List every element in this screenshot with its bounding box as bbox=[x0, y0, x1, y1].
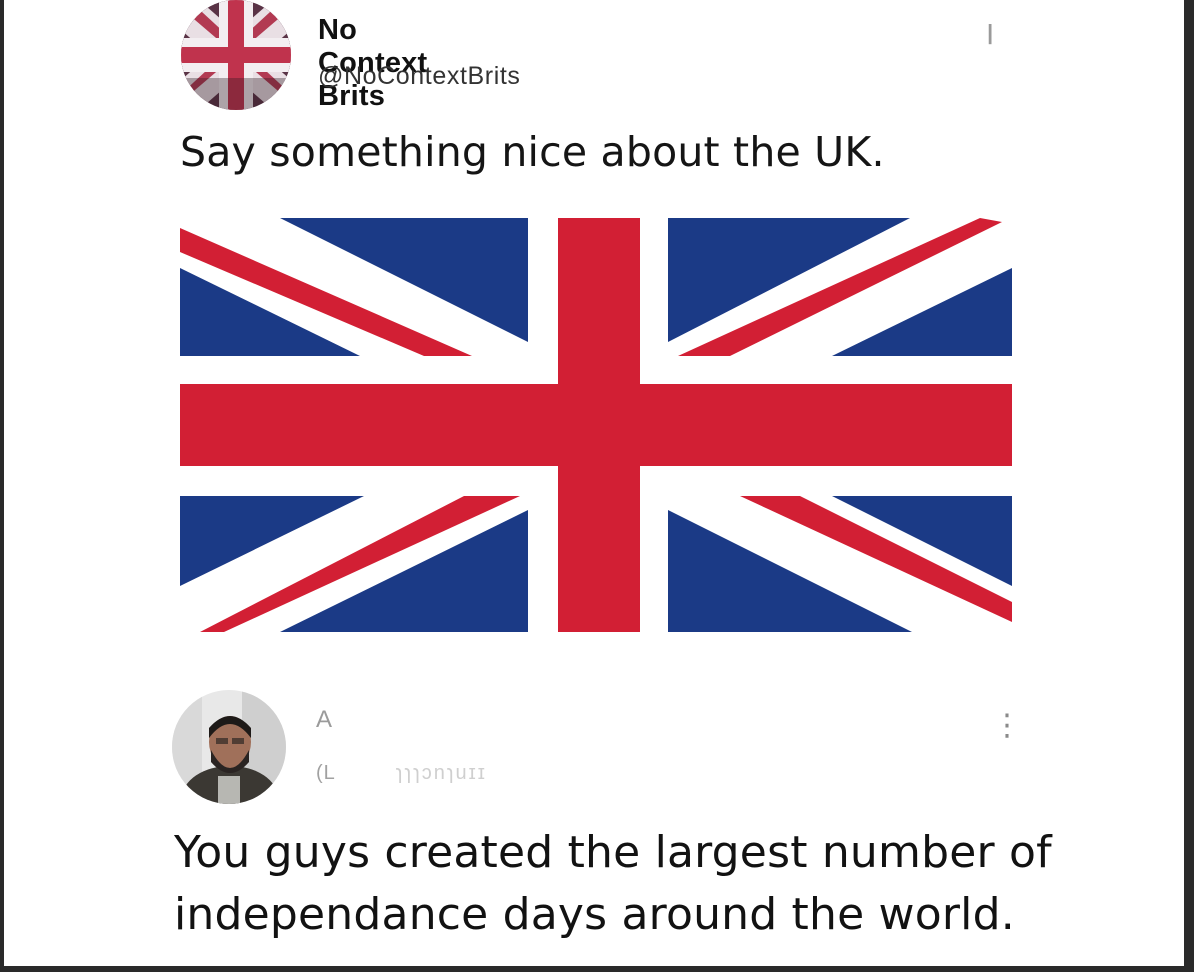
screenshot-frame: No Context Brits @NoContextBrits I Say s… bbox=[4, 0, 1184, 966]
reply-text-line-1: You guys created the largest number of bbox=[174, 827, 1052, 878]
post-image[interactable] bbox=[180, 218, 1012, 641]
union-jack-flag-icon bbox=[180, 218, 1012, 636]
post-menu-icon[interactable]: I bbox=[986, 18, 994, 51]
author-handle[interactable]: @NoContextBrits bbox=[318, 62, 521, 91]
reply-author-avatar[interactable] bbox=[172, 690, 286, 804]
reply-author-display-name[interactable]: A bbox=[316, 706, 332, 734]
reply-author-handle[interactable]: (L ɿɿɿɔnɿuɪɪ bbox=[316, 762, 487, 785]
union-jack-avatar-icon bbox=[181, 0, 291, 110]
post-text: Say something nice about the UK. bbox=[180, 128, 885, 176]
author-avatar[interactable] bbox=[181, 0, 291, 110]
reply-text-line-2: independance days around the world. bbox=[174, 889, 1015, 940]
reply-menu-icon[interactable]: ⋮ bbox=[992, 708, 1022, 743]
reply-text: You guys created the largest number of i… bbox=[174, 822, 1174, 946]
man-with-beard-avatar-icon bbox=[172, 690, 286, 804]
reply-handle-start: (L bbox=[316, 762, 336, 784]
reply-handle-faint: ɿɿɿɔnɿuɪɪ bbox=[395, 762, 487, 784]
